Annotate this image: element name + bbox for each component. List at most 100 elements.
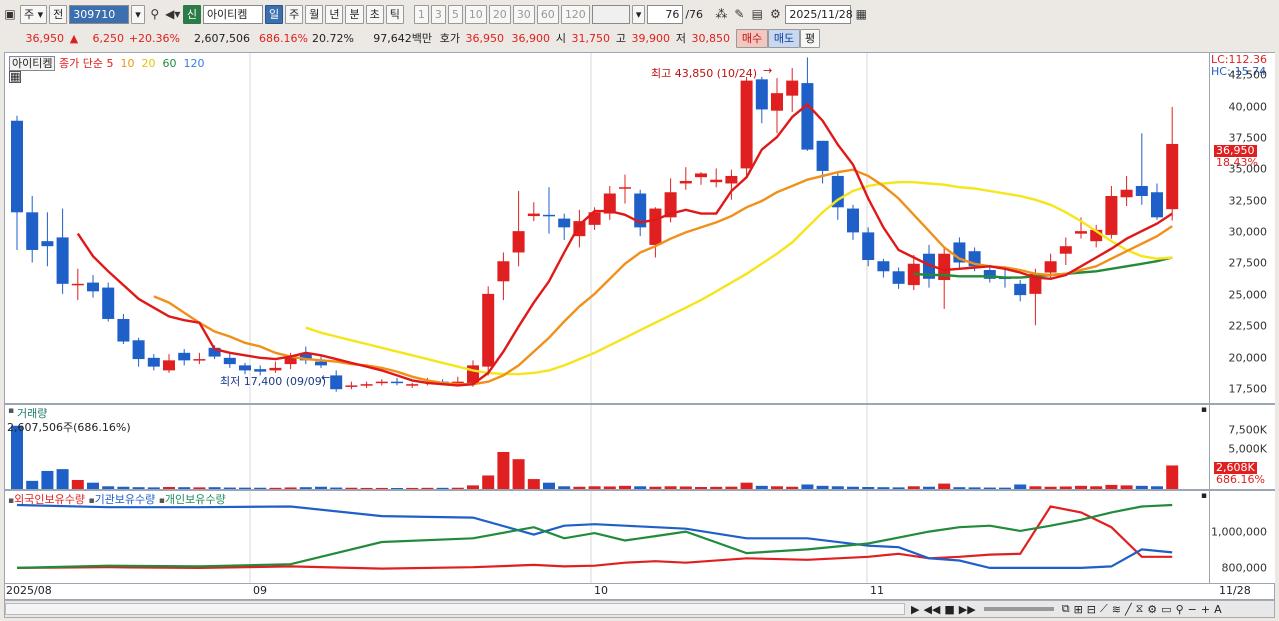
price-tick: 32,500 (1228, 194, 1268, 208)
volume-bar (588, 486, 601, 489)
candle-body (847, 208, 859, 233)
custom-period-dropdown[interactable]: ▾ (631, 4, 646, 24)
candle-body (71, 283, 84, 286)
sell-button[interactable]: 매도 (768, 28, 800, 48)
price-legend: 아이티켐 종가 단순 5 10 20 60 120 (9, 55, 204, 71)
ma10-label: 10 (120, 57, 135, 70)
price-chart[interactable] (5, 53, 1209, 403)
volume-bar (725, 486, 738, 489)
panel-handle-icon[interactable]: ▪ (8, 406, 14, 416)
candle-body (710, 179, 723, 183)
holding-panel[interactable]: ▪외국인보유수량 ▪기관보유수량 ▪개인보유수량 ▪ (4, 490, 1210, 584)
minus-icon[interactable]: − (1188, 603, 1197, 616)
custom-period-input[interactable] (591, 4, 630, 24)
num-1[interactable]: 1 (413, 4, 429, 24)
market-select[interactable]: 주 ▾ (20, 4, 48, 24)
num-30[interactable]: 30 (512, 4, 535, 24)
volume-bar (315, 486, 327, 489)
stock-name[interactable]: 아이티켐 (202, 4, 263, 24)
rewind-icon[interactable]: ◀◀ (923, 603, 940, 616)
candle-body (269, 367, 282, 371)
layout-icon[interactable]: ⊞ (1074, 603, 1083, 616)
low: 30,850 (691, 31, 731, 45)
chart-icon[interactable]: ⧖ (1136, 602, 1144, 616)
price-axis: LC:112.36 HC:-15.74 36,950 18.43% 42,500… (1210, 52, 1275, 404)
hold-tick: 800,000 (1221, 561, 1268, 575)
price-tick: 27,500 (1228, 256, 1268, 270)
save-icon[interactable]: ▤ (749, 6, 765, 23)
num-3[interactable]: 3 (430, 4, 446, 24)
plus-icon[interactable]: + (1201, 603, 1210, 616)
forward-icon[interactable]: ▶▶ (959, 603, 976, 616)
volume-bar (360, 487, 373, 489)
calendar-icon[interactable]: ▦ (853, 6, 869, 23)
volume-bar (907, 486, 920, 489)
line-icon[interactable]: ╱ (1125, 603, 1132, 616)
draw-icon[interactable]: ✎ (731, 6, 747, 23)
panel-close-icon[interactable]: ▪ (1201, 491, 1207, 501)
count-input[interactable]: 76 (647, 4, 684, 24)
price-panel[interactable]: 아이티켐 종가 단순 5 10 20 60 120 ▦ 최고 43,850 (1… (4, 52, 1210, 404)
buy-button[interactable]: 매수 (736, 28, 768, 48)
screen-icon[interactable]: ▣ (2, 6, 18, 23)
volume-bar (968, 487, 981, 489)
zoom-icon[interactable]: ⚲ (1176, 603, 1184, 616)
grid-icon[interactable]: ⊟ (1087, 603, 1096, 616)
scrollbar[interactable] (5, 603, 905, 615)
code-dropdown[interactable]: ▾ (131, 4, 145, 24)
link-icon[interactable]: ⁂ (713, 6, 729, 23)
volume-bar (71, 479, 84, 489)
period-minute[interactable]: 분 (345, 4, 364, 24)
num-10[interactable]: 10 (464, 4, 487, 24)
avg-button[interactable]: 평 (800, 28, 820, 48)
candle-body (755, 79, 768, 110)
price-tick: 35,000 (1228, 162, 1268, 176)
trend-icon[interactable]: ⟋ (1100, 602, 1108, 616)
candle-body (1075, 231, 1087, 234)
speaker-icon[interactable]: ◀▾ (165, 6, 181, 23)
num-20[interactable]: 20 (488, 4, 511, 24)
turnover: 20.72% (312, 31, 354, 45)
candle-body (558, 218, 571, 228)
period-day[interactable]: 일 (264, 4, 284, 24)
candle-body (1059, 246, 1072, 254)
low-note: 최저 17,400 (09/09) (220, 375, 327, 388)
period-tick[interactable]: 틱 (385, 4, 404, 24)
volume-value: 2,607,506주(686.16%) (7, 421, 131, 434)
num-120[interactable]: 120 (560, 4, 590, 24)
fibo-icon[interactable]: ≋ (1112, 603, 1121, 616)
volume-bar (892, 487, 905, 489)
period-month[interactable]: 월 (305, 4, 324, 24)
candle-body (330, 375, 343, 390)
volume-bar (330, 487, 343, 489)
volume-bar (41, 470, 54, 489)
period-second[interactable]: 초 (365, 4, 384, 24)
period-week[interactable]: 주 (285, 4, 304, 24)
volume-bar (269, 487, 282, 489)
stop-icon[interactable]: ■ (944, 603, 954, 616)
open-label: 시 (555, 32, 566, 45)
prev-button[interactable]: 전 (49, 4, 68, 24)
search-icon[interactable]: ⚲ (147, 6, 163, 23)
play-icon[interactable]: ▶ (911, 603, 919, 616)
table-icon[interactable]: ▦ (9, 71, 21, 83)
volume-bar (254, 487, 267, 489)
date-input[interactable]: 2025/11/28 (785, 4, 853, 24)
candle-body (497, 261, 510, 282)
volume-panel[interactable]: ▪ 거래량 2,607,506주(686.16%) ▪ (4, 404, 1210, 490)
copy-icon[interactable]: ⧉ (1062, 602, 1070, 616)
volume-bar (755, 485, 768, 489)
num-5[interactable]: 5 (447, 4, 463, 24)
font-icon[interactable]: A (1214, 603, 1222, 616)
settings-icon[interactable]: ⚙ (1147, 603, 1157, 616)
volume-bar (831, 486, 844, 489)
panel-close-icon[interactable]: ▪ (1201, 405, 1207, 415)
monitor-icon[interactable]: ▭ (1161, 603, 1171, 616)
period-year[interactable]: 년 (325, 4, 344, 24)
institution-label: 기관보유수량 (94, 493, 156, 506)
code-input[interactable]: 309710 (69, 4, 130, 24)
gear-icon[interactable]: ⚙ (767, 6, 783, 23)
num-60[interactable]: 60 (536, 4, 559, 24)
zoom-slider[interactable] (983, 607, 1054, 611)
ma60-label: 60 (162, 57, 177, 70)
